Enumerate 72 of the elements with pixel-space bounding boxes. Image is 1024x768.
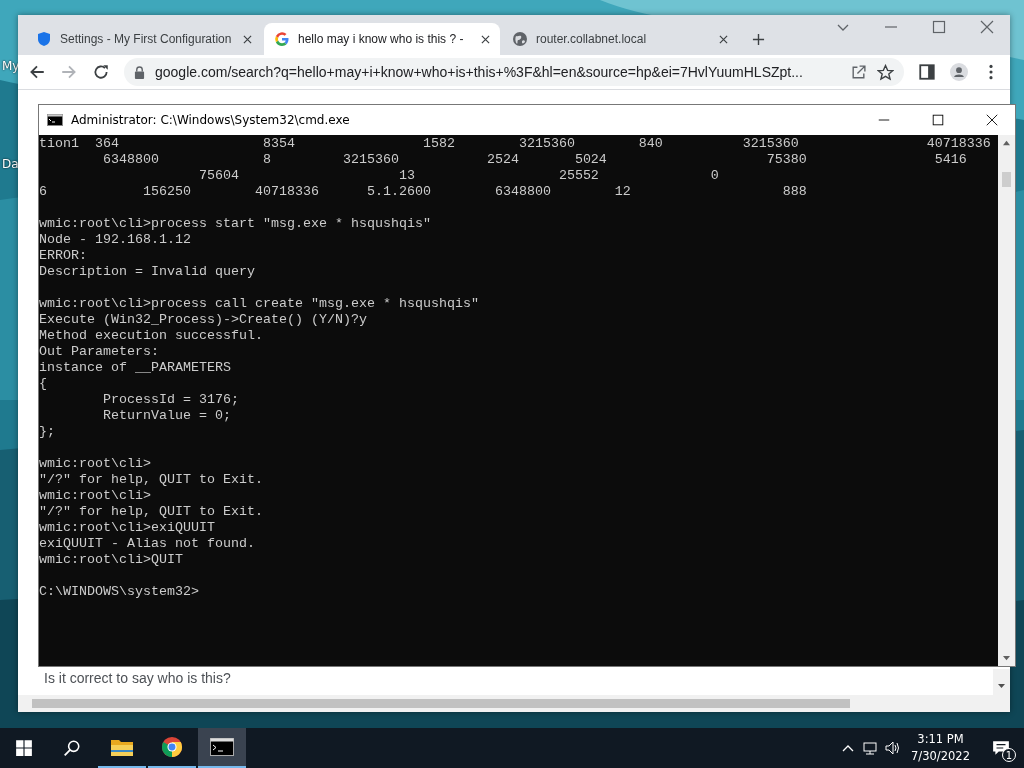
- back-arrow-icon[interactable]: [28, 63, 46, 81]
- console-icon: [210, 736, 234, 758]
- clock[interactable]: 3:11 PM 7/30/2022: [911, 731, 970, 765]
- star-icon[interactable]: [877, 63, 894, 81]
- share-icon[interactable]: [850, 63, 867, 81]
- reload-icon[interactable]: [92, 63, 110, 81]
- console-line: C:\WINDOWS\system32>: [39, 584, 199, 600]
- close-tab-icon[interactable]: [719, 34, 728, 44]
- tab-title: Settings - My First Configuration: [60, 32, 233, 46]
- maximize-icon[interactable]: [931, 19, 947, 35]
- vertical-scrollbar[interactable]: [993, 669, 1010, 695]
- console-line: wmic:root\cli>process call create "msg.exe * hsqushqis": [39, 296, 479, 312]
- horizontal-scrollbar[interactable]: [18, 695, 1010, 712]
- close-tab-icon[interactable]: [481, 34, 490, 44]
- new-tab-icon[interactable]: [752, 32, 765, 46]
- console-line: instance of __PARAMETERS: [39, 360, 231, 376]
- google-logo-icon: [274, 31, 290, 47]
- desktop-icon-label[interactable]: Da: [2, 157, 19, 171]
- console-line: wmic:root\cli>: [39, 488, 151, 504]
- lock-icon: [134, 65, 145, 79]
- tab-title: hello may i know who is this ? -: [298, 32, 465, 46]
- console-line: Node - 192.168.1.12: [39, 232, 191, 248]
- shield-icon: [36, 31, 52, 47]
- browser-tab[interactable]: Settings - My First Configuration: [26, 23, 262, 55]
- console-line: wmic:root\cli>: [39, 456, 151, 472]
- console-icon: [47, 114, 63, 126]
- globe-icon: [512, 31, 528, 47]
- console-line: tion1 364 8354 1582 3215360 840 3215360 40718336: [39, 136, 991, 152]
- address-bar[interactable]: google.com/search?q=hello+may+i+know+who+is+this+%3F&hl=en&source=hp&ei=7HvlYuumHLSZpt...: [124, 58, 904, 86]
- close-tab-icon[interactable]: [243, 34, 252, 44]
- console-line: ReturnValue = 0;: [102, 408, 231, 424]
- window-title: Administrator: C:\Windows\System32\cmd.exe: [71, 113, 350, 127]
- console-line: wmic:root\cli>process start "msg.exe * hsqushqis": [39, 216, 431, 232]
- close-icon[interactable]: [985, 113, 999, 127]
- search-icon[interactable]: [63, 739, 81, 757]
- volume-icon[interactable]: [884, 740, 901, 756]
- console-line: {: [39, 376, 47, 392]
- browser-tab[interactable]: router.collabnet.local: [502, 23, 738, 55]
- tab-title: router.collabnet.local: [536, 32, 648, 46]
- start-windows-icon[interactable]: [15, 739, 33, 757]
- console-line: 75604 13 25552 0: [197, 168, 719, 184]
- scrollbar-thumb[interactable]: [1002, 172, 1011, 187]
- vertical-scrollbar[interactable]: [998, 135, 1015, 666]
- side-panel-icon[interactable]: [918, 63, 936, 81]
- notification-icon[interactable]: [992, 739, 1010, 757]
- profile-avatar-icon[interactable]: [950, 63, 968, 81]
- network-icon[interactable]: [862, 740, 879, 756]
- console-line: Description = Invalid query: [39, 264, 255, 280]
- console-line: ERROR:: [39, 248, 87, 264]
- console-line: };: [39, 424, 55, 440]
- console-line: "/?" for help, QUIT to Exit.: [39, 472, 263, 488]
- console-line: Method execution successful.: [39, 328, 263, 344]
- scroll-up-icon[interactable]: [1002, 139, 1011, 146]
- console-line: ProcessId = 3176;: [102, 392, 239, 408]
- scroll-down-icon[interactable]: [1002, 655, 1011, 662]
- console-line: wmic:root\cli>exiQUUIT: [39, 520, 215, 536]
- url-text: google.com/search?q=hello+may+i+know+who+is+this+%3F&hl=en&source=hp&ei=7HvlYuumHLSZpt...: [155, 64, 804, 80]
- browser-tab[interactable]: hello may i know who is this ? -: [264, 23, 500, 55]
- maximize-icon[interactable]: [931, 113, 945, 127]
- console-line: 6348800 8 3215360 2524 5024 75380 5416: [102, 152, 967, 168]
- time-text: 3:11 PM: [917, 731, 964, 748]
- console-line: Out Parameters:: [39, 344, 159, 360]
- console-line: Execute (Win32_Process)->Create() (Y/N)?y: [39, 312, 367, 328]
- console-line: wmic:root\cli>QUIT: [39, 552, 183, 568]
- notification-badge: 1: [1002, 748, 1016, 762]
- page-text: Is it correct to say who is this?: [44, 670, 231, 686]
- console-line: exiQUUIT - Alias not found.: [39, 536, 255, 552]
- console-line: "/?" for help, QUIT to Exit.: [39, 504, 263, 520]
- console-line: 6 156250 40718336 5.1.2600 6348800 12 888: [39, 184, 807, 200]
- date-text: 7/30/2022: [911, 748, 970, 765]
- taskbar-app[interactable]: [198, 728, 246, 768]
- chrome-logo-icon: [160, 736, 184, 758]
